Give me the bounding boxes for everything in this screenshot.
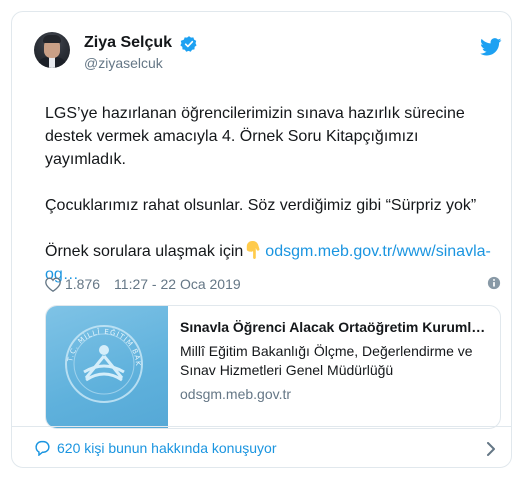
tweet-card: Ziya Selçuk @ziyaselcuk LGS’ye hazırlana…: [11, 11, 512, 468]
info-icon[interactable]: [487, 276, 501, 290]
heart-icon[interactable]: [45, 276, 61, 292]
link-description: Millî Eğitim Bakanlığı Ölçme, Değerlendi…: [180, 343, 473, 378]
link-domain: odsgm.meb.gov.tr: [180, 386, 292, 402]
tweet-line: Örnek sorulara ulaşmak için: [45, 243, 244, 260]
meta-row: 1.876 11:27 - 22 Oca 2019: [45, 276, 241, 292]
tweet-line: yayımladık.: [45, 151, 126, 168]
tweet-line-with-link: Örnek sorulara ulaşmak için odsgm.meb.go…: [45, 240, 515, 263]
like-count[interactable]: 1.876: [65, 276, 100, 292]
user-name[interactable]: Ziya Selçuk: [84, 34, 172, 52]
meb-logo-caption: T.C. MİLLÎ EĞİTİM BAKANLIĞI: [46, 306, 141, 367]
divider: [12, 426, 511, 427]
verified-icon: [180, 36, 197, 52]
chevron-right-icon[interactable]: [486, 442, 496, 456]
comment-icon: [35, 440, 50, 456]
link-thumbnail: T.C. MİLLÎ EĞİTİM BAKANLIĞI: [46, 306, 168, 428]
user-handle[interactable]: @ziyaselcuk: [84, 55, 163, 71]
avatar[interactable]: [34, 32, 70, 68]
tweet-text: LGS’ye hazırlanan öğrencilerimizin sınav…: [45, 102, 515, 286]
link-preview-card[interactable]: T.C. MİLLÎ EĞİTİM BAKANLIĞI Sınavla Öğre…: [45, 305, 501, 429]
tweet-link[interactable]: odsgm.meb.gov.tr/www/sinavla-: [265, 243, 491, 260]
meb-logo: T.C. MİLLÎ EĞİTİM BAKANLIĞI: [46, 306, 143, 403]
svg-text:T.C. MİLLÎ EĞİTİM BAKANLIĞI: T.C. MİLLÎ EĞİTİM BAKANLIĞI: [46, 306, 142, 367]
timestamp[interactable]: 11:27 - 22 Oca 2019: [114, 276, 241, 292]
conversation-link[interactable]: 620 kişi bunun hakkında konuşuyor: [34, 440, 276, 456]
conversation-text[interactable]: 620 kişi bunun hakkında konuşuyor: [57, 440, 276, 456]
link-title[interactable]: Sınavla Öğrenci Alacak Ortaöğretim Kurum…: [180, 319, 490, 335]
tweet-line: Çocuklarımız rahat olsunlar. Söz verdiği…: [45, 197, 477, 214]
tweet-line: destek vermek amacıyla 4. Örnek Soru Kit…: [45, 128, 419, 145]
pointing-down-emoji: [247, 241, 260, 259]
twitter-bird-icon[interactable]: [480, 38, 502, 56]
tweet-line: LGS’ye hazırlanan öğrencilerimizin sınav…: [45, 105, 465, 122]
